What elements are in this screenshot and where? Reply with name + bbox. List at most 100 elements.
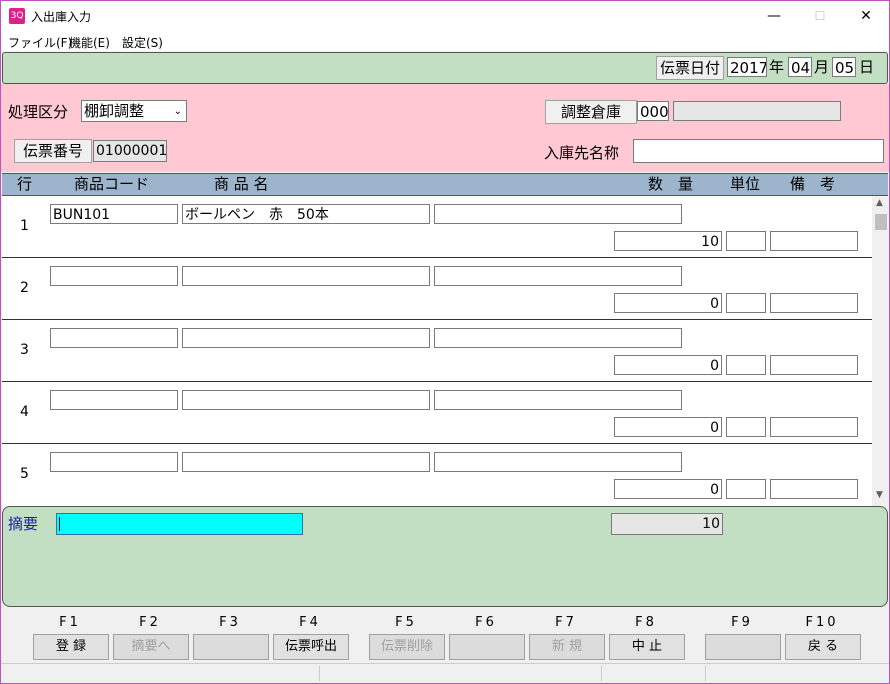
col-row: 行 (17, 175, 33, 193)
f3-button[interactable] (193, 634, 269, 660)
back-button[interactable]: 戻 る (785, 634, 861, 660)
name-field[interactable] (182, 266, 430, 286)
code-field[interactable] (50, 266, 178, 286)
dest-label: 入庫先名称 (544, 144, 620, 162)
status-bar (1, 663, 889, 683)
fkey-label-f8: F8 (635, 615, 657, 630)
note-field[interactable] (770, 479, 858, 499)
row-number: 4 (20, 404, 29, 420)
fkey-label-f3: F3 (219, 615, 241, 630)
menu-settings[interactable]: 設定(S) (122, 34, 163, 51)
spec-field[interactable] (434, 204, 682, 224)
recall-slip-button[interactable]: 伝票呼出 (273, 634, 349, 660)
register-button[interactable]: 登 録 (33, 634, 109, 660)
to-summary-button[interactable]: 摘要へ (113, 634, 189, 660)
scroll-thumb[interactable] (875, 214, 887, 230)
spec-field[interactable] (434, 390, 682, 410)
qty-field[interactable]: 0 (614, 293, 722, 313)
table-row: 5 0 (2, 444, 872, 505)
month-field[interactable]: 04 (788, 57, 812, 77)
unit-field[interactable] (726, 417, 766, 437)
table-row: 3 0 (2, 320, 872, 382)
note-field[interactable] (770, 355, 858, 375)
code-field[interactable] (50, 390, 178, 410)
name-field[interactable] (182, 328, 430, 348)
grid-header: 行 商品コード 商 品 名 数 量 単位 備 考 (2, 173, 888, 196)
new-button[interactable]: 新 規 (529, 634, 605, 660)
spec-field[interactable] (434, 266, 682, 286)
qty-field[interactable]: 0 (614, 355, 722, 375)
menu-file[interactable]: ファイル(F) (8, 34, 72, 51)
code-field[interactable] (50, 328, 178, 348)
close-button[interactable]: ✕ (843, 1, 889, 31)
name-field[interactable] (182, 452, 430, 472)
unit-field[interactable] (726, 479, 766, 499)
date-band: 伝票日付 2017 年 04 月 05 日 (2, 52, 888, 84)
status-divider (705, 666, 706, 681)
unit-field[interactable] (726, 293, 766, 313)
warehouse-label: 調整倉庫 (545, 100, 637, 124)
dest-field[interactable] (633, 139, 884, 163)
spec-field[interactable] (434, 328, 682, 348)
note-field[interactable] (770, 293, 858, 313)
fkey-label-f6: F6 (475, 615, 497, 630)
slip-number-field: 01000001 (93, 140, 167, 162)
qty-field[interactable]: 0 (614, 479, 722, 499)
col-unit: 単位 (730, 175, 761, 193)
table-row: 4 0 (2, 382, 872, 444)
note-field[interactable] (770, 231, 858, 251)
summary-field[interactable] (56, 513, 303, 535)
text-caret (59, 517, 60, 531)
note-field[interactable] (770, 417, 858, 437)
row-number: 5 (20, 466, 29, 482)
row-number: 1 (20, 218, 29, 234)
month-unit: 月 (814, 58, 830, 76)
total-qty-field: 10 (611, 513, 723, 535)
status-divider (319, 666, 320, 681)
code-field[interactable] (50, 452, 178, 472)
row-number: 3 (20, 342, 29, 358)
window-title: 入出庫入力 (31, 10, 92, 24)
col-qty: 数 量 (648, 175, 694, 193)
scroll-up-icon[interactable]: ▲ (876, 198, 883, 208)
qty-field[interactable]: 10 (614, 231, 722, 251)
unit-field[interactable] (726, 355, 766, 375)
spec-field[interactable] (434, 452, 682, 472)
day-field[interactable]: 05 (832, 57, 856, 77)
grid-scrollbar[interactable]: ▲ ▼ (873, 196, 889, 506)
fkey-label-f4: F4 (299, 615, 321, 630)
table-row: 2 0 (2, 258, 872, 320)
table-row: 1 BUN101 ボールペン 赤 50本 10 (2, 196, 872, 258)
title-bar: 3Q 入出庫入力 — ☐ ✕ (1, 1, 889, 31)
code-field[interactable]: BUN101 (50, 204, 178, 224)
cancel-button[interactable]: 中 止 (609, 634, 685, 660)
category-select[interactable]: 棚卸調整 ⌄ (81, 100, 187, 122)
col-code: 商品コード (74, 175, 150, 193)
slip-label: 伝票番号 (14, 139, 92, 163)
status-divider (601, 666, 602, 681)
f6-button[interactable] (449, 634, 525, 660)
name-field[interactable] (182, 390, 430, 410)
maximize-button[interactable]: ☐ (797, 1, 843, 31)
minimize-button[interactable]: — (751, 1, 797, 31)
col-name: 商 品 名 (214, 175, 269, 193)
qty-field[interactable]: 0 (614, 417, 722, 437)
function-key-bar: F1 登 録 F2 摘要へ F3 F4 伝票呼出 F5 伝票削除 F6 F7 新… (1, 607, 889, 663)
delete-slip-button[interactable]: 伝票削除 (369, 634, 445, 660)
unit-field[interactable] (726, 231, 766, 251)
menu-function[interactable]: 機能(E) (69, 34, 110, 51)
year-field[interactable]: 2017 (727, 57, 767, 77)
scroll-down-icon[interactable]: ▼ (876, 490, 883, 500)
app-window: 3Q 入出庫入力 — ☐ ✕ ファイル(F) 機能(E) 設定(S) 伝票日付 … (0, 0, 890, 684)
header-form: 処理区分 棚卸調整 ⌄ 調整倉庫 000 伝票番号 01000001 入庫先名称 (1, 84, 889, 172)
fkey-label-f5: F5 (395, 615, 417, 630)
f9-button[interactable] (705, 634, 781, 660)
fkey-label-f10: F10 (805, 615, 839, 630)
line-items-grid: 1 BUN101 ボールペン 赤 50本 10 2 0 3 0 4 0 5 0 (2, 196, 872, 506)
name-field[interactable]: ボールペン 赤 50本 (182, 204, 430, 224)
warehouse-name-field (673, 101, 841, 121)
year-unit: 年 (769, 58, 785, 76)
menu-bar: ファイル(F) 機能(E) 設定(S) (1, 31, 889, 51)
warehouse-code-field[interactable]: 000 (637, 101, 669, 121)
day-unit: 日 (859, 58, 875, 76)
